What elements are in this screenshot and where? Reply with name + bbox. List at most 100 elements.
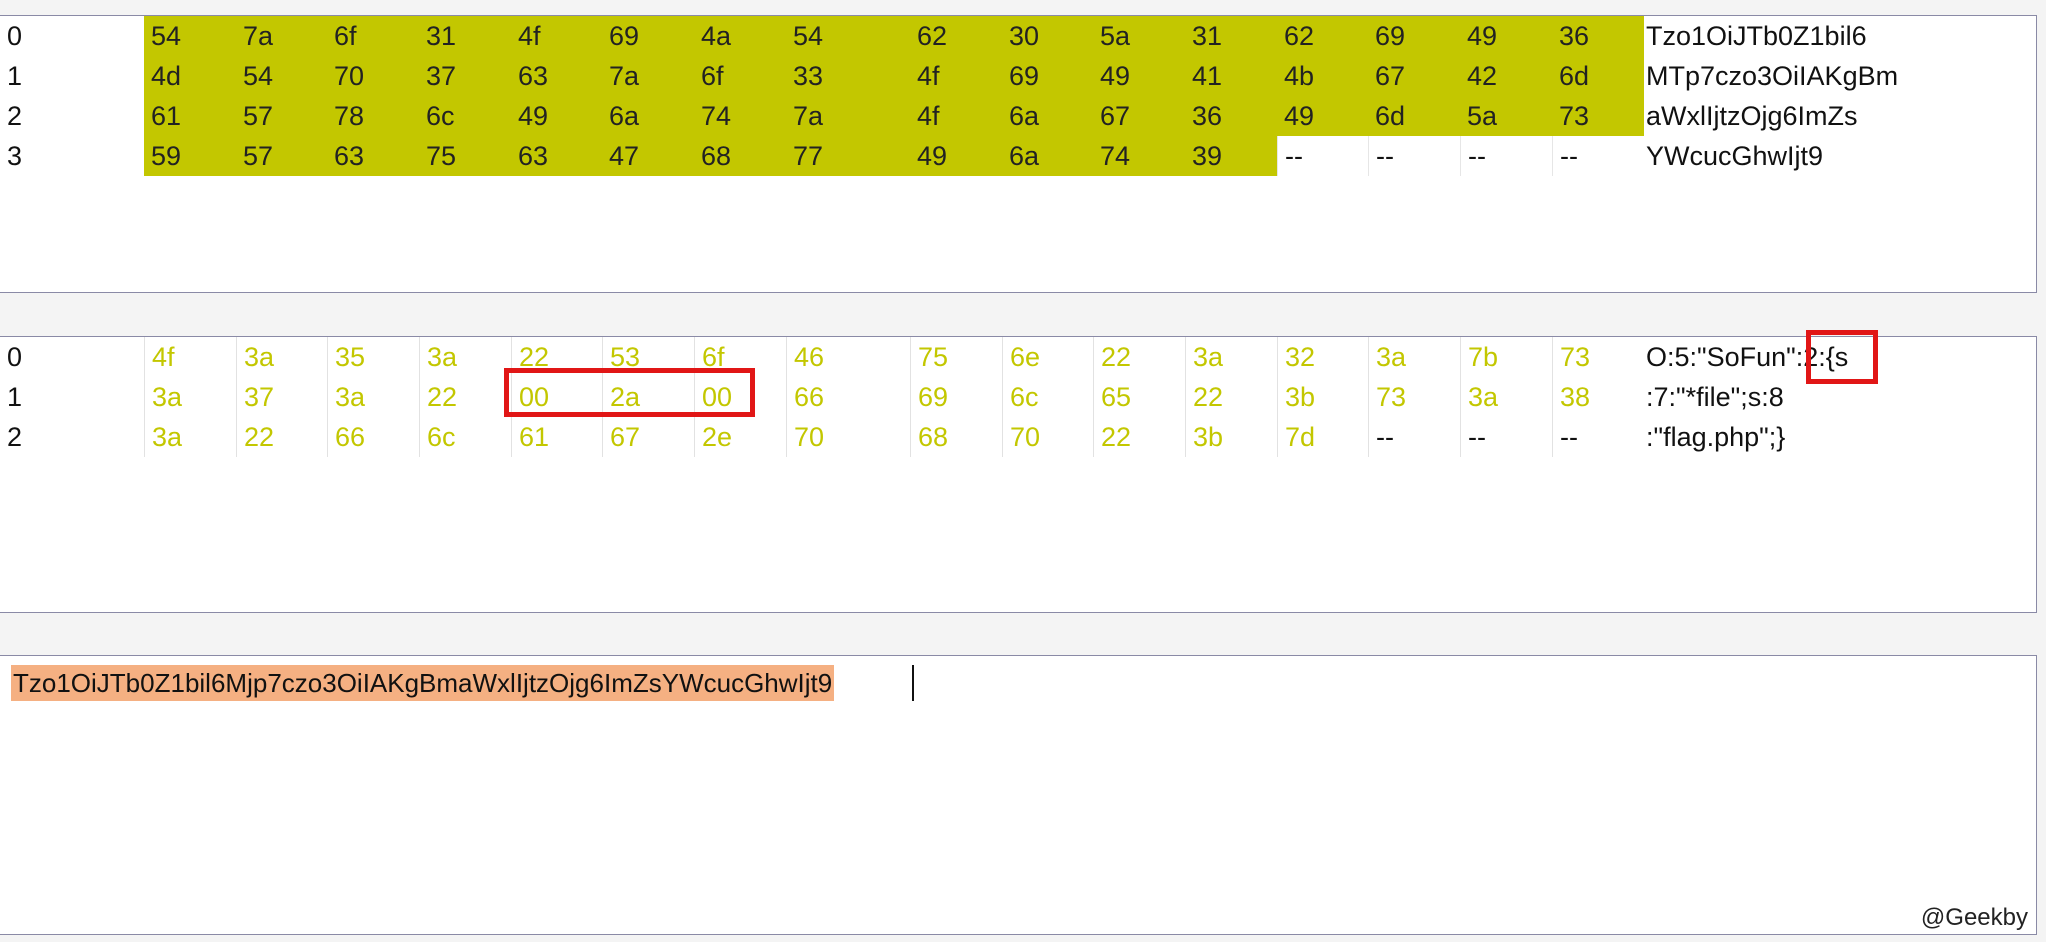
hex-byte-cell[interactable]: 3a xyxy=(1460,377,1552,417)
hex-byte-cell[interactable]: 75 xyxy=(419,136,511,176)
hex-byte-cell[interactable]: 49 xyxy=(511,96,602,136)
hex-byte-cell[interactable]: 3b xyxy=(1277,377,1368,417)
hex-byte-cell[interactable]: 57 xyxy=(236,96,327,136)
hex-byte-cell[interactable]: 31 xyxy=(419,16,511,56)
hex-byte-cell[interactable]: 22 xyxy=(236,417,327,457)
hex-byte-cell[interactable]: 22 xyxy=(1093,417,1185,457)
hex-byte-cell[interactable]: 2e xyxy=(694,417,786,457)
hex-byte-cell[interactable]: 6c xyxy=(1002,377,1093,417)
hex-byte-cell[interactable]: 30 xyxy=(1002,16,1093,56)
hex-byte-cell[interactable]: 22 xyxy=(419,377,511,417)
hex-byte-cell[interactable]: 73 xyxy=(1552,337,1644,377)
hex-byte-cell[interactable]: 63 xyxy=(511,136,602,176)
hex-byte-cell[interactable]: 75 xyxy=(910,337,1002,377)
hex-byte-cell[interactable]: 41 xyxy=(1185,56,1277,96)
hex-byte-cell[interactable]: 73 xyxy=(1552,96,1644,136)
hex-byte-cell[interactable]: 6d xyxy=(1552,56,1644,96)
hex-byte-cell[interactable]: 32 xyxy=(1277,337,1368,377)
hex-byte-cell[interactable]: 63 xyxy=(327,136,419,176)
hex-byte-cell[interactable]: 36 xyxy=(1552,16,1644,56)
hex-byte-cell[interactable]: 31 xyxy=(1185,16,1277,56)
hex-byte-cell[interactable]: 3b xyxy=(1185,417,1277,457)
hex-byte-cell[interactable]: 69 xyxy=(1002,56,1093,96)
hex-byte-cell[interactable]: 73 xyxy=(1368,377,1460,417)
hex-byte-cell[interactable]: -- xyxy=(1552,417,1644,457)
hex-byte-cell[interactable]: 49 xyxy=(1093,56,1185,96)
hex-byte-cell[interactable]: 36 xyxy=(1185,96,1277,136)
hex-byte-cell[interactable]: 35 xyxy=(327,337,419,377)
hex-byte-cell[interactable]: 59 xyxy=(144,136,236,176)
hex-byte-cell[interactable]: 67 xyxy=(1093,96,1185,136)
hex-byte-cell[interactable]: 6c xyxy=(419,96,511,136)
hex-byte-cell[interactable]: 74 xyxy=(694,96,786,136)
hex-byte-cell[interactable]: 42 xyxy=(1460,56,1552,96)
hex-byte-cell[interactable]: 7b xyxy=(1460,337,1552,377)
hex-byte-cell[interactable]: 3a xyxy=(1368,337,1460,377)
hex-byte-cell[interactable]: -- xyxy=(1368,136,1460,176)
hex-byte-cell[interactable]: 57 xyxy=(236,136,327,176)
hex-byte-cell[interactable]: -- xyxy=(1460,136,1552,176)
input-text-panel[interactable]: Tzo1OiJTb0Z1bil6Mjp7czo3OiIAKgBmaWxlIjtz… xyxy=(0,655,2037,935)
hex-byte-cell[interactable]: 5a xyxy=(1460,96,1552,136)
hex-byte-cell[interactable]: 37 xyxy=(419,56,511,96)
hex-byte-cell[interactable]: 6a xyxy=(1002,136,1093,176)
hex-byte-cell[interactable]: 68 xyxy=(694,136,786,176)
hex-byte-cell[interactable]: 69 xyxy=(602,16,694,56)
hex-byte-cell[interactable]: 6a xyxy=(1002,96,1093,136)
hex-byte-cell[interactable]: 63 xyxy=(511,56,602,96)
hex-byte-cell[interactable]: 3a xyxy=(1185,337,1277,377)
hex-byte-cell[interactable]: 6f xyxy=(327,16,419,56)
hex-byte-cell[interactable]: -- xyxy=(1552,136,1644,176)
hex-byte-cell[interactable]: 54 xyxy=(236,56,327,96)
hex-byte-cell[interactable]: 74 xyxy=(1093,136,1185,176)
hex-byte-cell[interactable]: 22 xyxy=(1093,337,1185,377)
hex-byte-cell[interactable]: 77 xyxy=(786,136,910,176)
hex-byte-cell[interactable]: 38 xyxy=(1552,377,1644,417)
hex-byte-cell[interactable]: 4d xyxy=(144,56,236,96)
hex-byte-cell[interactable]: 4f xyxy=(144,337,236,377)
hex-byte-cell[interactable]: 7d xyxy=(1277,417,1368,457)
hex-byte-cell[interactable]: 4a xyxy=(694,16,786,56)
input-text-selected[interactable]: Tzo1OiJTb0Z1bil6Mjp7czo3OiIAKgBmaWxlIjtz… xyxy=(11,665,835,701)
hex-byte-cell[interactable]: 37 xyxy=(236,377,327,417)
hex-byte-cell[interactable]: 3a xyxy=(327,377,419,417)
hex-byte-cell[interactable]: 49 xyxy=(1460,16,1552,56)
hex-byte-cell[interactable]: 5a xyxy=(1093,16,1185,56)
hex-byte-cell[interactable]: 3a xyxy=(419,337,511,377)
hex-byte-cell[interactable]: 62 xyxy=(1277,16,1368,56)
hex-byte-cell[interactable]: 70 xyxy=(327,56,419,96)
hex-byte-cell[interactable]: 47 xyxy=(602,136,694,176)
hex-byte-cell[interactable]: 66 xyxy=(327,417,419,457)
hex-byte-cell[interactable]: 61 xyxy=(144,96,236,136)
hex-byte-cell[interactable]: 46 xyxy=(786,337,910,377)
hex-byte-cell[interactable]: 6d xyxy=(1368,96,1460,136)
hex-byte-cell[interactable]: 3a xyxy=(236,337,327,377)
hex-byte-cell[interactable]: 22 xyxy=(1185,377,1277,417)
hex-byte-cell[interactable]: 7a xyxy=(786,96,910,136)
hex-byte-cell[interactable]: 3a xyxy=(144,417,236,457)
hex-byte-cell[interactable]: 6f xyxy=(694,56,786,96)
hex-byte-cell[interactable]: 68 xyxy=(910,417,1002,457)
hex-byte-cell[interactable]: 33 xyxy=(786,56,910,96)
hex-byte-cell[interactable]: 6c xyxy=(419,417,511,457)
hex-byte-cell[interactable]: 65 xyxy=(1093,377,1185,417)
hex-byte-cell[interactable]: 67 xyxy=(1368,56,1460,96)
hex-byte-cell[interactable]: 6e xyxy=(1002,337,1093,377)
hex-byte-cell[interactable]: 4f xyxy=(910,96,1002,136)
hex-byte-cell[interactable]: 78 xyxy=(327,96,419,136)
hex-byte-cell[interactable]: -- xyxy=(1277,136,1368,176)
hex-byte-cell[interactable]: 6a xyxy=(602,96,694,136)
hex-byte-cell[interactable]: 61 xyxy=(511,417,602,457)
hex-byte-cell[interactable]: 66 xyxy=(786,377,910,417)
hex-byte-cell[interactable]: 69 xyxy=(1368,16,1460,56)
hex-byte-cell[interactable]: 54 xyxy=(786,16,910,56)
hex-byte-cell[interactable]: 67 xyxy=(602,417,694,457)
hex-byte-cell[interactable]: 62 xyxy=(910,16,1002,56)
hex-byte-cell[interactable]: 49 xyxy=(910,136,1002,176)
hex-byte-cell[interactable]: 69 xyxy=(910,377,1002,417)
hex-byte-cell[interactable]: 7a xyxy=(602,56,694,96)
hex-byte-cell[interactable]: 39 xyxy=(1185,136,1277,176)
hex-byte-cell[interactable]: 7a xyxy=(236,16,327,56)
hex-byte-cell[interactable]: 4b xyxy=(1277,56,1368,96)
hex-byte-cell[interactable]: 54 xyxy=(144,16,236,56)
